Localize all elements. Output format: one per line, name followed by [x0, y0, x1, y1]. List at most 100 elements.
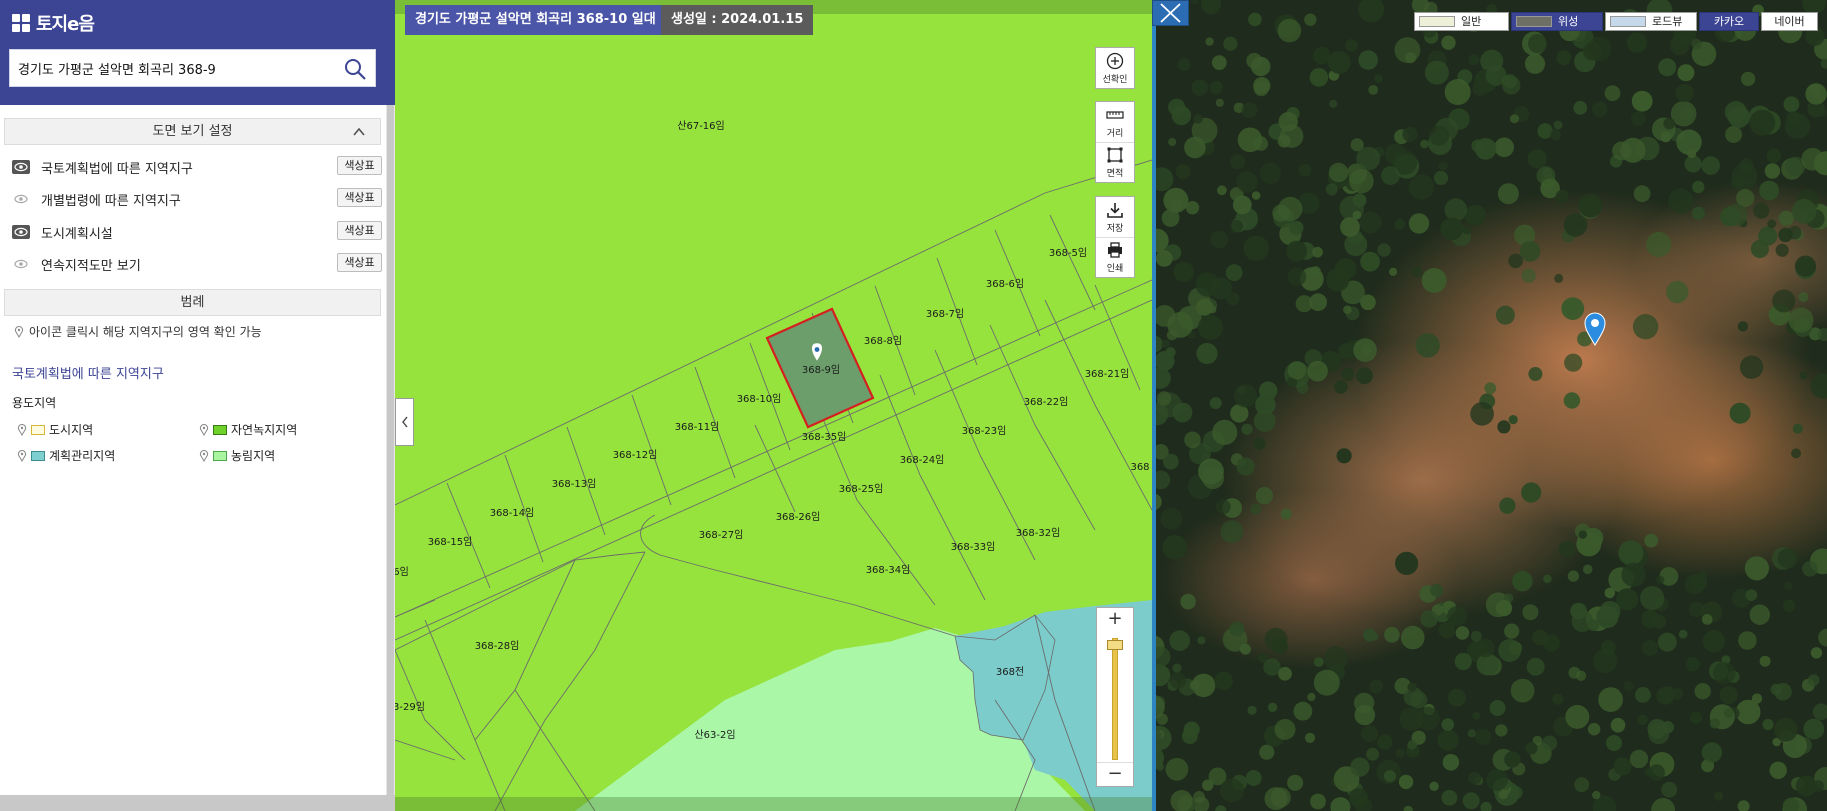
legend-swatch: [31, 424, 45, 435]
zoom-out-button[interactable]: −: [1097, 762, 1133, 786]
parcel-label: 368-15임: [428, 535, 473, 548]
provider-kakao-button[interactable]: 카카오: [1699, 12, 1759, 31]
search-input[interactable]: [18, 50, 338, 86]
parcel-label: 368-35임: [802, 430, 847, 443]
eye-hidden-icon[interactable]: [12, 257, 30, 271]
eye-hidden-icon[interactable]: [12, 192, 30, 206]
color-table-button[interactable]: 색상표: [337, 221, 382, 240]
eye-visible-icon[interactable]: [12, 160, 30, 174]
roadview-thumbnail: [1610, 16, 1646, 27]
tool-label: 거리: [1106, 128, 1124, 139]
parcel-label: 368-32임: [1016, 526, 1061, 539]
legend-item[interactable]: 농림지역: [199, 447, 275, 464]
zoom-in-button[interactable]: +: [1097, 608, 1133, 632]
parcel-label: 368: [1130, 462, 1149, 473]
area-button[interactable]: 면적: [1096, 142, 1134, 182]
satellite-map-thumbnail: [1516, 16, 1552, 27]
legend-item-label: 계획관리지역: [49, 449, 116, 463]
layer-row[interactable]: 국토계획법에 따른 지역지구 색상표: [12, 154, 382, 180]
tool-label: 인쇄: [1106, 264, 1124, 274]
parcel-label: 368-8임: [864, 334, 902, 347]
logo[interactable]: 토지e음: [12, 10, 95, 36]
sidebar-bottom-bar: [0, 795, 395, 811]
search-icon[interactable]: [343, 57, 367, 81]
save-button[interactable]: 저장: [1096, 197, 1134, 237]
color-table-button[interactable]: 색상표: [337, 188, 382, 207]
parcel-label: 368-22임: [1024, 395, 1069, 408]
chevron-up-icon[interactable]: [352, 125, 366, 139]
parcel-label: 368-23임: [962, 424, 1007, 437]
sidebar-scrollbar[interactable]: [386, 105, 395, 795]
area-icon: [1107, 147, 1123, 163]
map-type-normal-button[interactable]: 일반: [1414, 12, 1509, 31]
legend-item-label: 자연녹지지역: [231, 423, 298, 437]
provider-naver-button[interactable]: 네이버: [1761, 12, 1818, 31]
map-canvas[interactable]: 산67-16임 368-5임 4임 368-6임 368-7임 368-8임 3…: [395, 0, 1152, 811]
close-satellite-button[interactable]: [1152, 0, 1189, 26]
tool-label: 면적: [1106, 169, 1124, 179]
parcel-label: 368-21임: [1085, 367, 1130, 380]
collapse-sidebar-button[interactable]: [395, 398, 414, 446]
legend-swatch: [31, 450, 45, 461]
parcel-label: 368-5임: [1049, 246, 1087, 259]
layer-row[interactable]: 연속지적도만 보기 색상표: [12, 251, 382, 277]
tool-group-select: 선확인: [1095, 47, 1135, 89]
tool-group-measure: 거리 면적: [1095, 101, 1135, 183]
parcel-label: 368-25임: [839, 482, 884, 495]
map-type-label: 로드뷰: [1652, 15, 1683, 28]
map-bottom-strip: [395, 797, 1152, 811]
parcel-label: 368-28임: [475, 639, 520, 652]
parcel-label: 368-10임: [737, 392, 782, 405]
map-pin-icon[interactable]: [17, 423, 27, 436]
zoom-slider-track[interactable]: [1112, 638, 1118, 760]
download-icon: [1107, 202, 1123, 218]
cadastral-map[interactable]: 산67-16임 368-5임 4임 368-6임 368-7임 368-8임 3…: [395, 0, 1152, 811]
layer-row[interactable]: 개별법령에 따른 지역지구 색상표: [12, 186, 382, 212]
logo-text: 토지e음: [36, 14, 95, 35]
legend-item-label: 농림지역: [231, 449, 276, 463]
chevron-left-icon: [401, 416, 408, 428]
map-pin-icon[interactable]: [199, 423, 209, 436]
zoom-slider-handle[interactable]: [1107, 640, 1123, 650]
legend-swatch: [213, 424, 227, 435]
sidebar-header: 토지e음: [0, 0, 395, 105]
parcel-label: 산63-2임: [694, 728, 735, 741]
sidebar: 토지e음 도면 보기 설정 국토계획법에 따른 지역지구 색상표: [0, 0, 395, 811]
scrollbar-thumb[interactable]: [387, 105, 394, 795]
parcel-label: 368-27임: [699, 528, 744, 541]
legend-item[interactable]: 도시지역: [17, 421, 93, 438]
print-button[interactable]: 인쇄: [1096, 237, 1134, 277]
provider-label: 카카오: [1713, 15, 1745, 28]
parcel-label: 368-33임: [951, 540, 996, 553]
color-table-button[interactable]: 색상표: [337, 253, 382, 272]
map-type-roadview-button[interactable]: 로드뷰: [1605, 12, 1697, 31]
view-divider[interactable]: [1152, 0, 1156, 811]
parcel-label: 368-34임: [866, 563, 911, 576]
map-type-satellite-button[interactable]: 위성: [1511, 12, 1603, 31]
search-box: [9, 49, 376, 87]
map-pin-icon[interactable]: [199, 449, 209, 462]
printer-icon: [1108, 242, 1122, 258]
parcel-label: 368전: [996, 666, 1024, 678]
parcel-label: 368-26임: [776, 510, 821, 523]
plus-circle-icon: [1106, 52, 1124, 69]
satellite-view[interactable]: 일반 위성 로드뷰 카카오 네이버: [1152, 0, 1827, 811]
legend-title: 범례: [180, 295, 205, 310]
tool-label: 선확인: [1102, 74, 1128, 85]
map-pin-icon[interactable]: [17, 449, 27, 462]
legend-swatch: [213, 450, 227, 461]
eye-visible-icon[interactable]: [12, 225, 30, 239]
parcel-label: 368-14임: [490, 506, 535, 519]
color-table-button[interactable]: 색상표: [337, 156, 382, 175]
view-settings-header[interactable]: 도면 보기 설정: [4, 118, 381, 145]
select-check-button[interactable]: 선확인: [1096, 48, 1134, 88]
parcel-label: 368-12임: [613, 448, 658, 461]
date-badge: 생성일 : 2024.01.15: [661, 5, 814, 35]
provider-label: 네이버: [1774, 15, 1805, 28]
legend-item[interactable]: 계획관리지역: [17, 447, 115, 464]
parcel-label: 368-11임: [675, 420, 720, 433]
legend-item[interactable]: 자연녹지지역: [199, 421, 297, 438]
layer-row[interactable]: 도시계획시설 색상표: [12, 219, 382, 245]
distance-button[interactable]: 거리: [1096, 102, 1134, 142]
location-pin-icon[interactable]: [1584, 312, 1606, 346]
